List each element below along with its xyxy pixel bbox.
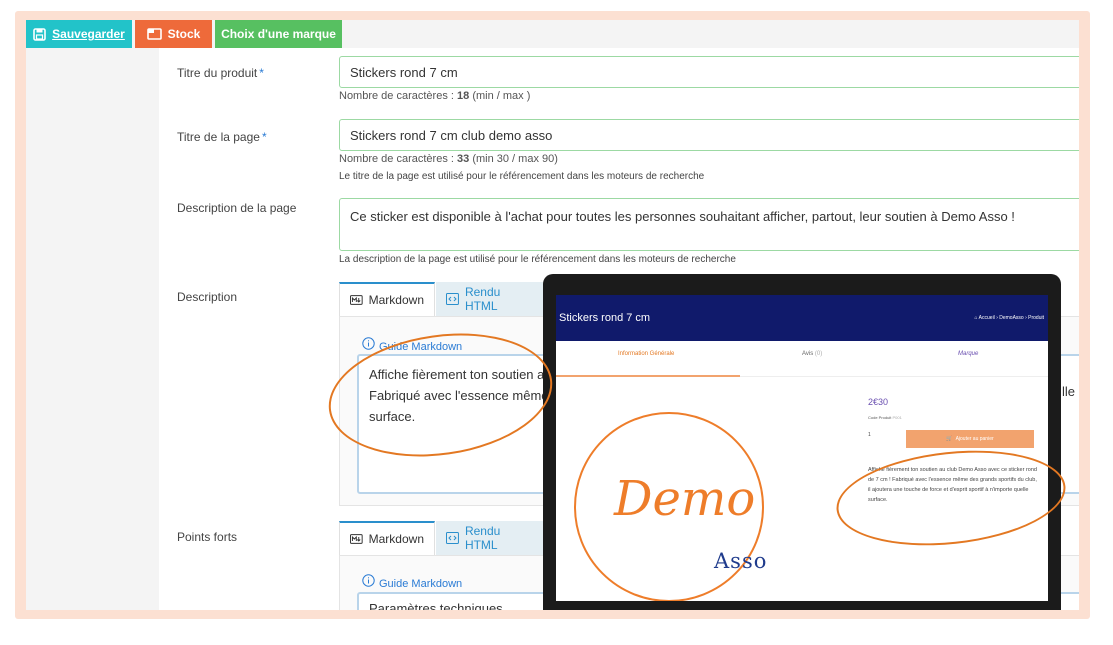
reviews-count: (0) xyxy=(814,351,823,357)
tab-html-label: Rendu HTML xyxy=(464,285,501,313)
info-icon xyxy=(362,336,375,350)
stock-label: Stock xyxy=(167,27,201,41)
preview-product-code: Code Produit P001 xyxy=(868,415,902,420)
breadcrumb-home[interactable]: Accueil xyxy=(979,315,995,321)
breadcrumb-shop[interactable]: DemoAsso xyxy=(999,315,1023,321)
laptop-preview: Stickers rond 7 cm ⌂ Accueil › DemoAsso … xyxy=(543,274,1061,610)
left-sidebar xyxy=(26,48,159,610)
logo-demo-text: Demo xyxy=(614,471,756,527)
save-button[interactable]: Sauvegarder xyxy=(26,20,135,48)
page-description-input[interactable]: Ce sticker est disponible à l'achat pour… xyxy=(339,198,1079,251)
preview-tab-underline xyxy=(556,375,740,377)
tab-markdown-label: Markdown xyxy=(368,532,424,546)
required-mark: * xyxy=(259,66,264,80)
brand-label: Choix d'une marque xyxy=(221,27,336,41)
stock-button[interactable]: Stock xyxy=(135,20,215,48)
tab-markdown[interactable]: Markdown xyxy=(339,521,435,555)
toolbar: Sauvegarder Stock Choix d'une marque xyxy=(26,20,345,48)
product-title-value: Stickers rond 7 cm xyxy=(350,64,458,80)
code-icon xyxy=(446,293,459,305)
page-title-value: Stickers rond 7 cm club demo asso xyxy=(350,127,553,143)
code-icon xyxy=(446,532,459,544)
logo-asso-text: Asso xyxy=(714,549,768,573)
guide-markdown-label: Guide Markdown xyxy=(379,578,463,590)
page-title-seo-help: Le titre de la page est utilisé pour le … xyxy=(339,171,705,182)
breadcrumb-product: Produit xyxy=(1028,315,1044,321)
product-title-input[interactable]: Stickers rond 7 cm xyxy=(339,56,1079,88)
preview-title: Stickers rond 7 cm xyxy=(559,312,651,324)
cart-icon: 🛒 xyxy=(946,436,953,442)
char-count: 18 xyxy=(457,90,470,102)
page-description-label: Description de la page xyxy=(177,201,297,215)
window-icon xyxy=(146,28,162,40)
page-description-seo-help: La description de la page est utilisé po… xyxy=(339,254,736,265)
page-title-input[interactable]: Stickers rond 7 cm club demo asso xyxy=(339,119,1079,151)
preview-quantity[interactable]: 1 xyxy=(868,432,871,438)
save-label: Sauvegarder xyxy=(52,27,125,41)
preview-tab-general[interactable]: Information Générale xyxy=(618,351,674,357)
laptop-screen: Stickers rond 7 cm ⌂ Accueil › DemoAsso … xyxy=(556,295,1048,601)
tab-html-render[interactable]: Rendu HTML xyxy=(436,521,546,555)
description-overflow-text: lle xyxy=(1062,384,1076,399)
save-icon xyxy=(33,27,46,41)
home-icon: ⌂ xyxy=(974,315,978,321)
markdown-icon xyxy=(350,295,363,305)
description-label: Description xyxy=(177,290,238,304)
product-title-label: Titre du produit * xyxy=(177,66,264,80)
preview-tab-brand[interactable]: Marque xyxy=(958,351,978,357)
preview-header: Stickers rond 7 cm ⌂ Accueil › DemoAsso … xyxy=(556,295,1048,341)
tab-html-render[interactable]: Rendu HTML xyxy=(436,282,546,316)
highlights-label: Points forts xyxy=(177,530,238,544)
choose-brand-button[interactable]: Choix d'une marque xyxy=(215,20,345,48)
preview-breadcrumb: ⌂ Accueil › DemoAsso › Produit xyxy=(974,315,1044,321)
page-title-count: Nombre de caractères : 33 (min 30 / max … xyxy=(339,153,558,165)
screen: Sauvegarder Stock Choix d'une marque Tit… xyxy=(26,20,1079,610)
preview-tabs: Information Générale Avis (0) Marque xyxy=(556,341,1048,377)
tab-markdown[interactable]: Markdown xyxy=(339,282,435,316)
char-count: 33 xyxy=(457,153,470,165)
guide-markdown-link[interactable]: Guide Markdown xyxy=(362,570,462,590)
tab-markdown-label: Markdown xyxy=(368,293,424,307)
reviews-label: Avis xyxy=(802,351,814,357)
page-description-value: Ce sticker est disponible à l'achat pour… xyxy=(350,209,1015,224)
info-icon xyxy=(362,573,375,587)
markdown-icon xyxy=(350,534,363,544)
product-title-count: Nombre de caractères : 18 (min / max ) xyxy=(339,90,531,102)
add-to-cart-label: Ajouter au panier xyxy=(955,436,994,442)
preview-price: 2€30 xyxy=(868,397,889,407)
tab-html-label: Rendu HTML xyxy=(464,524,501,552)
page-title-label: Titre de la page * xyxy=(177,130,267,144)
add-to-cart-button[interactable]: 🛒 Ajouter au panier xyxy=(906,430,1034,448)
required-mark: * xyxy=(261,130,267,144)
preview-tab-reviews[interactable]: Avis (0) xyxy=(802,351,822,357)
